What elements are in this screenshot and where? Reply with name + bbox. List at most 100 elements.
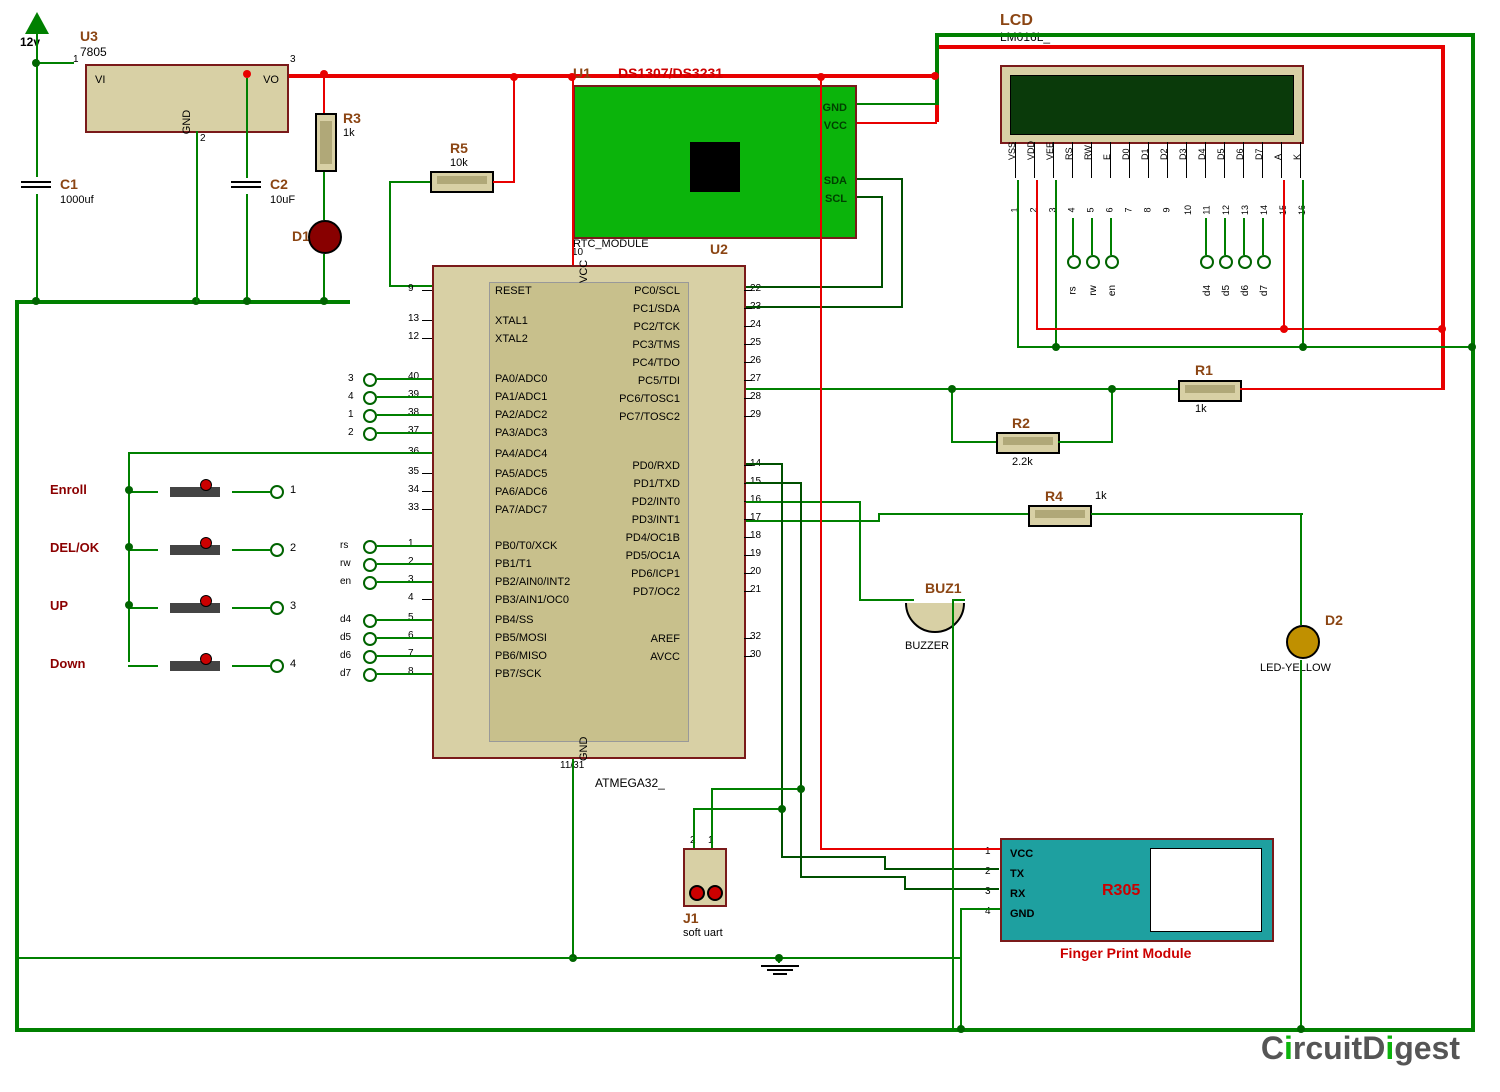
mcu-pin-tick xyxy=(422,473,432,474)
j1-value: soft uart xyxy=(683,927,723,939)
push-button[interactable] xyxy=(155,480,235,504)
mcu-pin-name: PB0/T0/XCK xyxy=(495,540,557,552)
mcu-pin-tick xyxy=(422,290,432,291)
wire xyxy=(1262,218,1264,255)
r3-body xyxy=(315,113,337,172)
wire xyxy=(323,172,325,220)
wire xyxy=(128,452,130,662)
wire xyxy=(513,78,515,183)
wire xyxy=(935,33,939,105)
lcd-terminal xyxy=(1219,255,1233,269)
mcu-pin-tick xyxy=(744,638,752,639)
pb-terminal-label: rw xyxy=(340,558,351,569)
wire-5v-rail xyxy=(289,74,937,78)
wire xyxy=(389,181,391,285)
mcu-pin-num: 20 xyxy=(750,566,761,577)
mcu-pin-name: PC6/TOSC1 xyxy=(590,393,680,405)
wire xyxy=(128,607,158,609)
pin-num: 2 xyxy=(200,133,206,144)
j1-ref: J1 xyxy=(683,910,699,926)
mcu-pin-num: 32 xyxy=(750,631,761,642)
mcu-pin-num: 19 xyxy=(750,548,761,559)
mcu-pin-num: 39 xyxy=(408,389,419,400)
lcd-pin-tick xyxy=(1205,142,1206,178)
pa-terminal-num: 4 xyxy=(348,391,354,402)
wire xyxy=(377,563,432,565)
lcd-terminal-label: d6 xyxy=(1240,285,1251,296)
lcd-terminal xyxy=(1200,255,1214,269)
wire xyxy=(377,545,432,547)
mcu-pin-name: PB5/MOSI xyxy=(495,632,547,644)
r4-ref: R4 xyxy=(1045,488,1063,504)
node xyxy=(568,73,576,81)
wire-gnd xyxy=(15,300,350,304)
r4-body xyxy=(1028,505,1092,527)
mcu-pin-num: 13 xyxy=(408,313,419,324)
mcu-pin-num: 7 xyxy=(408,648,414,659)
wire xyxy=(746,520,880,522)
mcu-pin-num: 12 xyxy=(408,331,419,342)
mcu-pin-tick xyxy=(744,591,752,592)
r1-value: 1k xyxy=(1195,403,1207,415)
wire xyxy=(323,78,325,113)
lcd-pin-tick xyxy=(1110,142,1111,178)
wire xyxy=(377,396,432,398)
mcu-pin-tick xyxy=(744,308,752,309)
lcd-pin-num: 12 xyxy=(1221,205,1231,215)
mcu-pin-name: AVCC xyxy=(590,651,680,663)
r5-value: 10k xyxy=(450,157,468,169)
mcu-pin-name: PC5/TDI xyxy=(590,375,680,387)
pb-terminal xyxy=(363,668,377,682)
push-button[interactable] xyxy=(155,538,235,562)
mcu-pin-name: PB4/SS xyxy=(495,614,534,626)
wire xyxy=(960,908,1000,910)
button-term-num: 3 xyxy=(290,600,296,612)
push-button[interactable] xyxy=(155,654,235,678)
lcd-terminal-label: d5 xyxy=(1221,285,1232,296)
mcu-pin-name: PC3/TMS xyxy=(590,339,680,351)
mcu-gnd-label: GND xyxy=(578,737,590,761)
wire xyxy=(859,599,914,601)
push-button[interactable] xyxy=(155,596,235,620)
lcd-pin-tick xyxy=(1167,142,1168,178)
button-term-num: 1 xyxy=(290,484,296,496)
mcu-pin-tick xyxy=(422,509,432,510)
lcd-pin-num: 13 xyxy=(1240,205,1250,215)
u3-vi: VI xyxy=(95,74,105,86)
u2-value: ATMEGA32_ xyxy=(595,776,665,790)
wire-lcd-a xyxy=(1283,180,1285,330)
button-dot-icon xyxy=(200,653,212,665)
mcu-pin-num: 27 xyxy=(750,373,761,384)
mcu-pin-name: PA5/ADC5 xyxy=(495,468,547,480)
u3-vo: VO xyxy=(263,74,279,86)
mcu-pin-name: PC1/SDA xyxy=(590,303,680,315)
lcd-ref: LCD xyxy=(1000,12,1033,30)
lcd-pin-num: 9 xyxy=(1162,207,1172,212)
lcd-pin-num: 6 xyxy=(1105,207,1115,212)
wire xyxy=(377,655,432,657)
d2-ref: D2 xyxy=(1325,612,1343,628)
node xyxy=(797,785,805,793)
buz-ref: BUZ1 xyxy=(925,580,962,596)
mcu-pin-num: 1 xyxy=(408,538,414,549)
node xyxy=(320,297,328,305)
j1-pin-icon xyxy=(707,885,723,901)
wire xyxy=(36,62,38,177)
wire xyxy=(323,254,325,302)
mcu-pin-tick xyxy=(744,398,752,399)
pa-terminal-num: 1 xyxy=(348,409,354,420)
mcu-pin-num: 26 xyxy=(750,355,761,366)
mcu-pin-name: PB1/T1 xyxy=(495,558,532,570)
pb-terminal-label: d5 xyxy=(340,632,351,643)
gnd-symbol-icon xyxy=(760,963,800,977)
mcu-pin-name: XTAL2 xyxy=(495,333,528,345)
wire xyxy=(711,788,713,848)
mcu-pin-name: PB6/MISO xyxy=(495,650,547,662)
r2-value: 2.2k xyxy=(1012,456,1033,468)
r2-ref: R2 xyxy=(1012,415,1030,431)
wire-gnd-bottom xyxy=(15,1028,1475,1032)
wire-lcd-k xyxy=(1302,180,1304,348)
mcu-pin-name: PB3/AIN1/OC0 xyxy=(495,594,569,606)
wire xyxy=(1091,513,1303,515)
wire xyxy=(1240,388,1445,390)
